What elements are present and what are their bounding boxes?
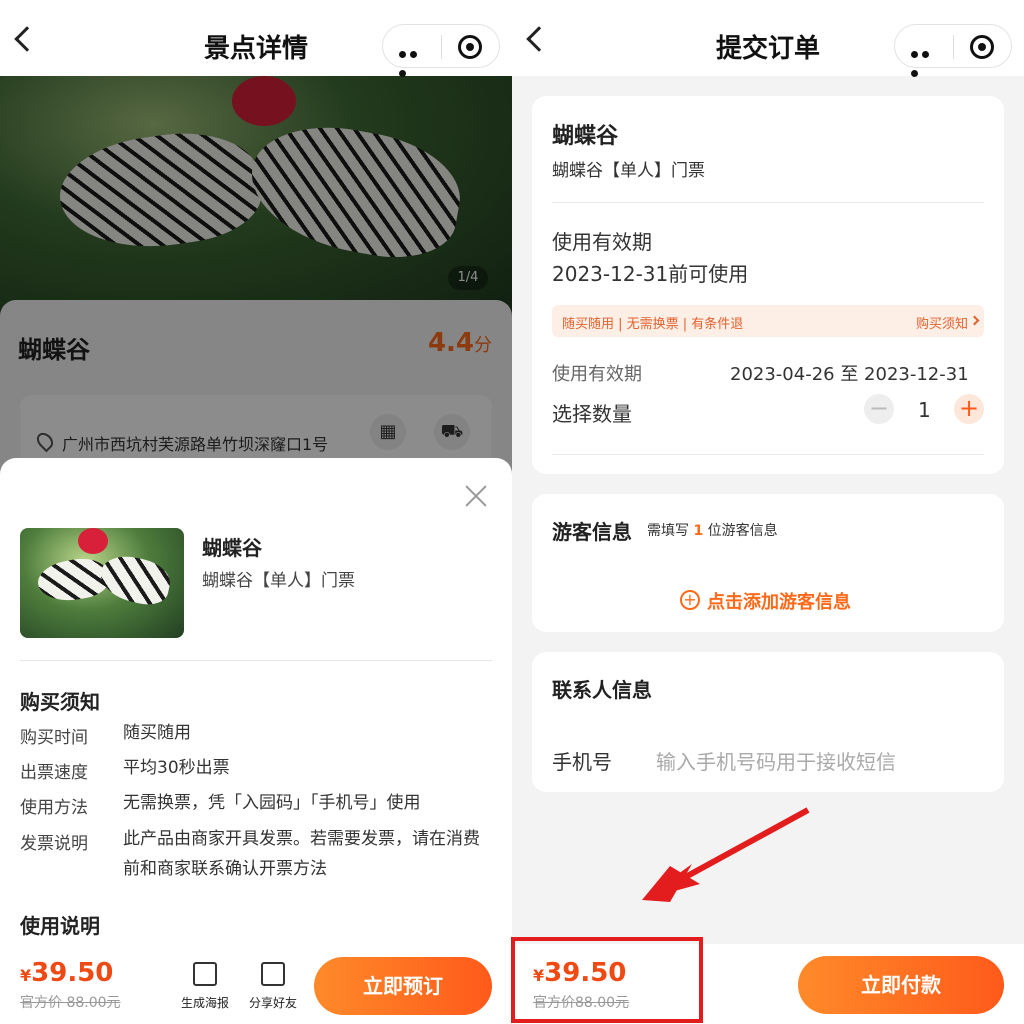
notice-value: 无需换票，凭「入园码」「手机号」使用	[123, 793, 421, 813]
notice-key: 购买时间	[20, 728, 88, 748]
validity-title: 使用有效期	[552, 230, 652, 254]
book-now-button[interactable]: 立即预订	[314, 957, 492, 1015]
notice-link[interactable]: 购买须知	[916, 313, 968, 332]
share-label: 分享好友	[248, 996, 297, 1010]
notice-value: 随买随用	[123, 723, 191, 743]
mini-program-capsule	[382, 24, 500, 77]
notice-key: 发票说明	[20, 834, 88, 854]
add-circle-icon: +	[680, 590, 700, 610]
spot-detail-screen: 1/4 蝴蝶谷 4.4分 广州市西坑村芙源路单竹坝深窿口1号 ▦ ⛟ 景点详情 …	[0, 0, 512, 1024]
notice-value: 此产品由商家开具发票。若需要发票，请在消费前和商家联系确认开票方法	[123, 829, 480, 879]
divider	[552, 202, 984, 203]
price: ¥39.50	[20, 958, 114, 988]
capsule-divider	[441, 35, 442, 59]
increase-button[interactable]: +	[954, 394, 984, 424]
add-visitor-button[interactable]: 点击添加游客信息	[707, 588, 851, 614]
close-icon[interactable]	[462, 482, 490, 510]
notice-key: 出票速度	[20, 763, 88, 783]
notice-key: 使用方法	[20, 798, 88, 818]
divider	[20, 660, 492, 661]
quantity-value: 1	[918, 398, 931, 422]
mini-program-capsule	[894, 24, 1012, 77]
purchase-notice-title: 购买须知	[20, 690, 100, 714]
ticket-spot-name: 蝴蝶谷	[202, 536, 262, 560]
ticket-thumbnail	[20, 528, 184, 638]
divider	[552, 454, 984, 455]
poster-button[interactable]: 生成海报	[173, 962, 237, 1011]
validity-text: 2023-12-31前可使用	[552, 262, 749, 286]
phone-label: 手机号	[552, 750, 612, 774]
annotation-arrow-icon	[642, 807, 810, 902]
order-ticket-type: 蝴蝶谷【单人】门票	[552, 161, 705, 181]
chevron-right-icon	[969, 315, 980, 326]
price-highlight-box	[511, 937, 703, 1023]
contact-title: 联系人信息	[552, 678, 652, 702]
notice-value: 平均30秒出票	[123, 758, 230, 778]
order-spot-name: 蝴蝶谷	[552, 124, 619, 149]
decrease-button[interactable]: −	[864, 394, 894, 424]
quantity-label: 选择数量	[552, 402, 632, 426]
more-icon[interactable]	[399, 43, 429, 77]
dim-overlay[interactable]	[0, 76, 512, 476]
close-mini-program-icon[interactable]	[970, 35, 994, 59]
usage-title: 使用说明	[20, 914, 100, 938]
close-mini-program-icon[interactable]	[458, 35, 482, 59]
capsule-divider	[953, 35, 954, 59]
tag-list: 随买随用 | 无需换票 | 有条件退	[562, 317, 744, 332]
visitor-hint: 需填写 1 位游客信息	[647, 523, 778, 539]
original-price: 官方价 88.00元	[20, 995, 121, 1011]
visitor-title: 游客信息	[552, 520, 632, 544]
validity-label: 使用有效期	[552, 364, 642, 385]
nav-bar: 景点详情	[0, 0, 512, 77]
validity-range: 2023-04-26 至 2023-12-31	[730, 364, 969, 385]
phone-input[interactable]: 输入手机号码用于接收短信	[656, 746, 896, 775]
nav-bar: 提交订单	[512, 0, 1024, 77]
ticket-type: 蝴蝶谷【单人】门票	[202, 571, 355, 591]
share-icon	[261, 962, 285, 986]
share-button[interactable]: 分享好友	[241, 962, 305, 1011]
pay-now-button[interactable]: 立即付款	[798, 956, 1004, 1014]
image-icon	[193, 962, 217, 986]
poster-label: 生成海报	[180, 996, 229, 1010]
ticket-tags[interactable]: 随买随用 | 无需换票 | 有条件退 购买须知	[552, 305, 984, 337]
more-icon[interactable]	[911, 43, 941, 77]
